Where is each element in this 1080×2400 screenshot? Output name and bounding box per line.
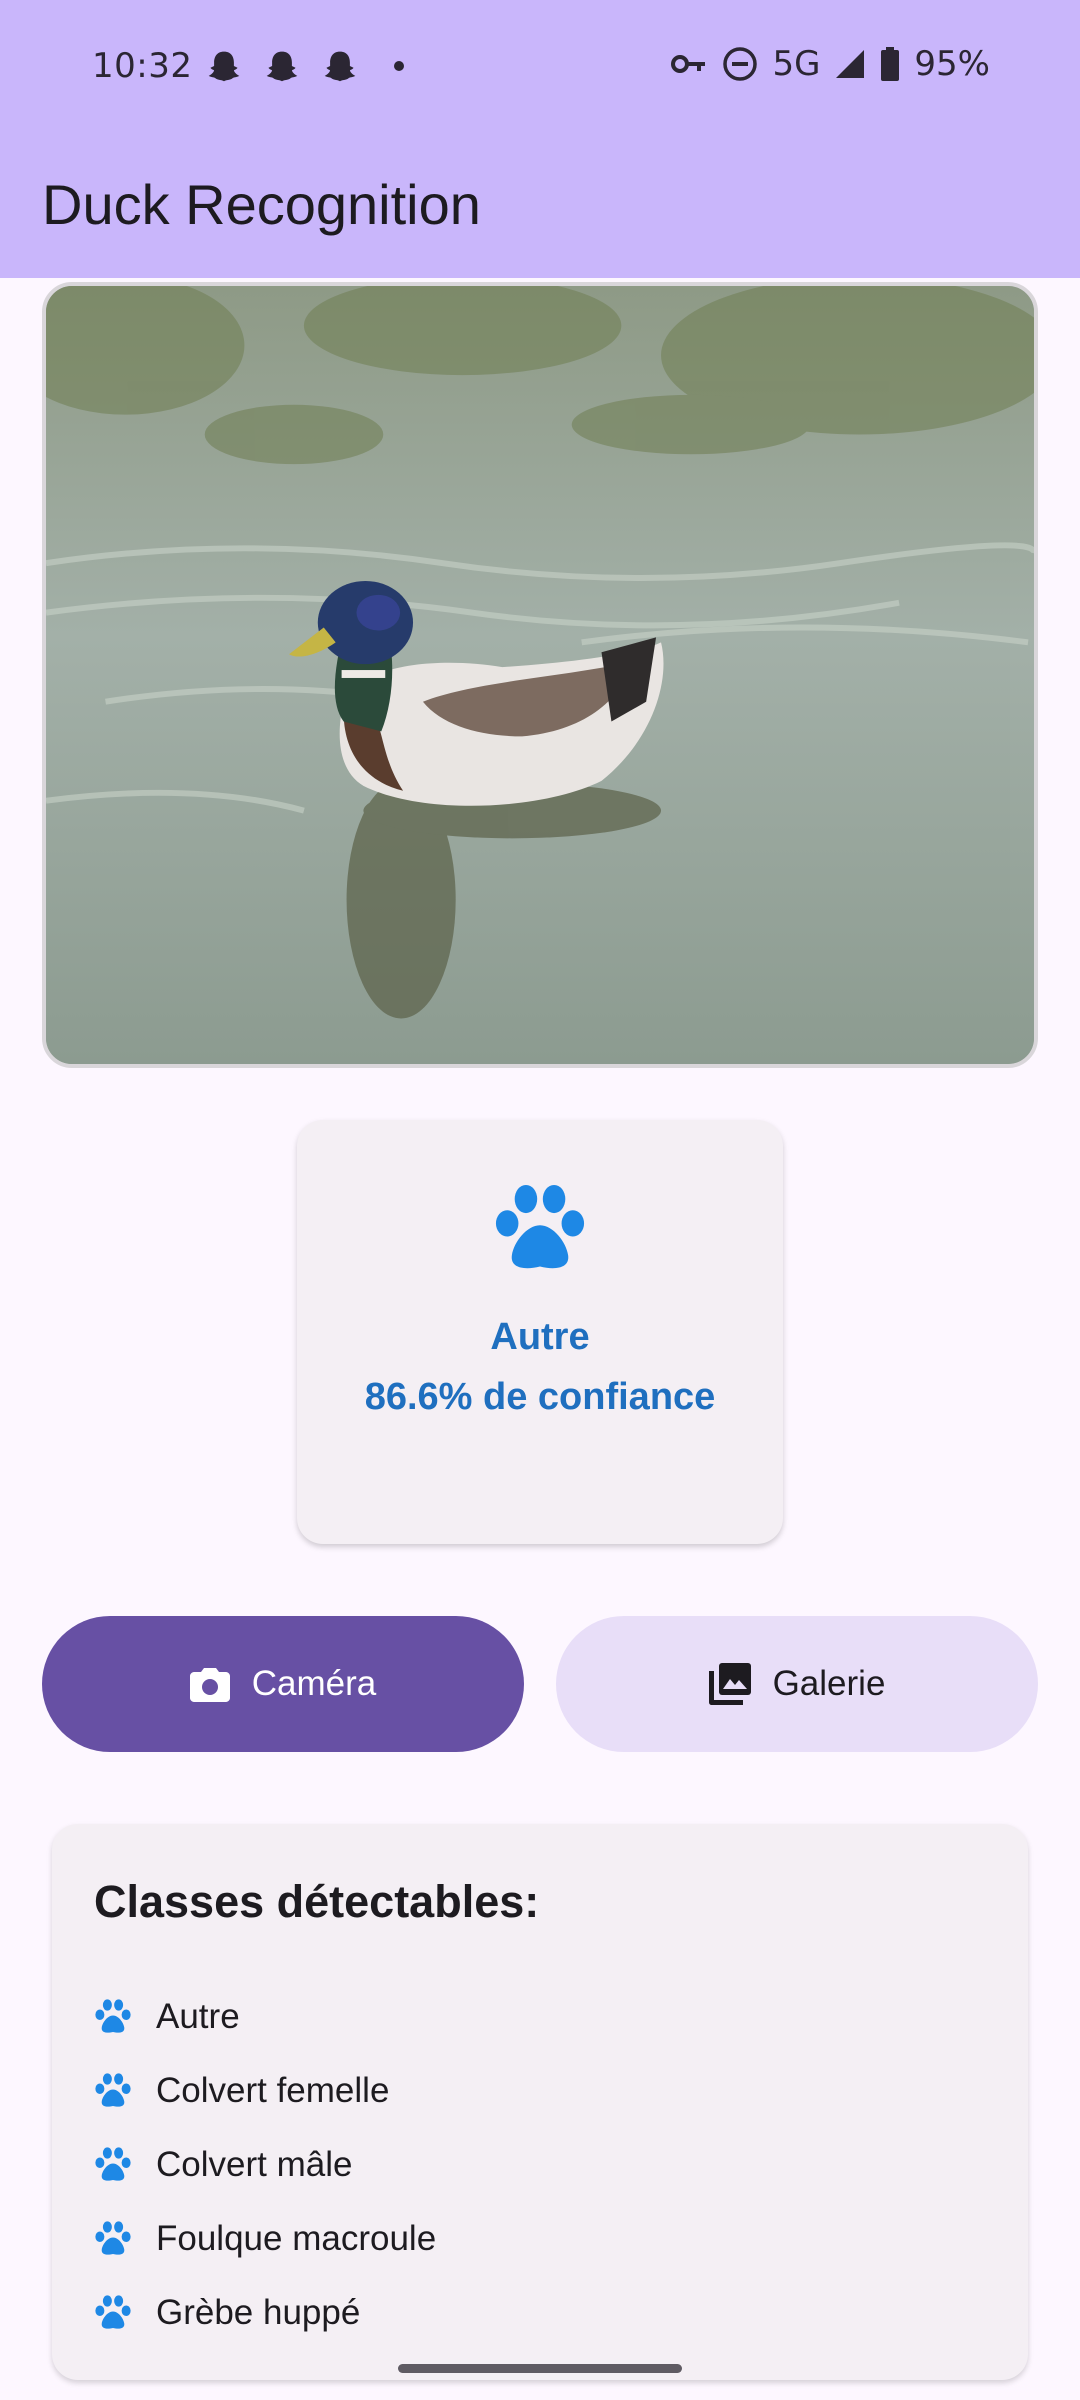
vpn-key-icon [671, 55, 706, 73]
home-indicator[interactable] [398, 2364, 682, 2373]
classes-card: Classes détectables: Autre Colvert femel… [52, 1824, 1028, 2380]
gallery-button[interactable]: Galerie [556, 1616, 1038, 1752]
paw-icon [94, 2073, 132, 2109]
class-label: Colvert femelle [156, 2071, 390, 2110]
paw-icon [94, 2221, 132, 2257]
list-item: Autre [94, 1980, 436, 2054]
snapchat-icon [206, 48, 242, 84]
paw-icon [493, 1184, 587, 1274]
list-item: Colvert mâle [94, 2128, 436, 2202]
camera-icon [189, 1668, 230, 1702]
status-bar: 10:32 5G 95% [0, 0, 1080, 134]
paw-icon [94, 2147, 132, 2183]
class-label: Grèbe huppé [156, 2293, 361, 2332]
battery-icon [881, 47, 900, 81]
list-item: Grèbe huppé [94, 2276, 436, 2350]
app-title: Duck Recognition [42, 173, 481, 236]
status-time: 10:32 [92, 46, 193, 86]
prediction-card: Autre 86.6% de confiance [297, 1120, 783, 1544]
notification-dot-icon [394, 61, 404, 71]
class-list: Autre Colvert femelle Colvert mâle Foulq… [94, 1980, 436, 2350]
camera-button[interactable]: Caméra [42, 1616, 524, 1752]
prediction-label: Autre [490, 1316, 590, 1358]
network-type: 5G [772, 44, 821, 84]
signal-icon [836, 50, 865, 78]
paw-icon [94, 1999, 132, 2035]
prediction-confidence: 86.6% de confiance [364, 1376, 716, 1418]
gallery-icon [708, 1663, 751, 1705]
classes-title: Classes détectables: [94, 1876, 540, 1927]
snapchat-icon [322, 48, 358, 84]
do-not-disturb-icon [723, 47, 758, 81]
notification-icons [206, 48, 404, 84]
duck-photo [42, 282, 1038, 1068]
list-item: Foulque macroule [94, 2202, 436, 2276]
status-right: 5G 95% [670, 44, 990, 84]
class-label: Autre [156, 1997, 240, 2036]
battery-percent: 95% [914, 44, 990, 84]
app-bar: 10:32 5G 95% Duck Recognition [0, 0, 1080, 278]
class-label: Colvert mâle [156, 2145, 353, 2184]
snapchat-icon [264, 48, 300, 84]
paw-icon [94, 2295, 132, 2331]
list-item: Colvert femelle [94, 2054, 436, 2128]
class-label: Foulque macroule [156, 2219, 437, 2258]
gallery-button-label: Galerie [772, 1664, 886, 1703]
camera-button-label: Caméra [251, 1664, 377, 1703]
